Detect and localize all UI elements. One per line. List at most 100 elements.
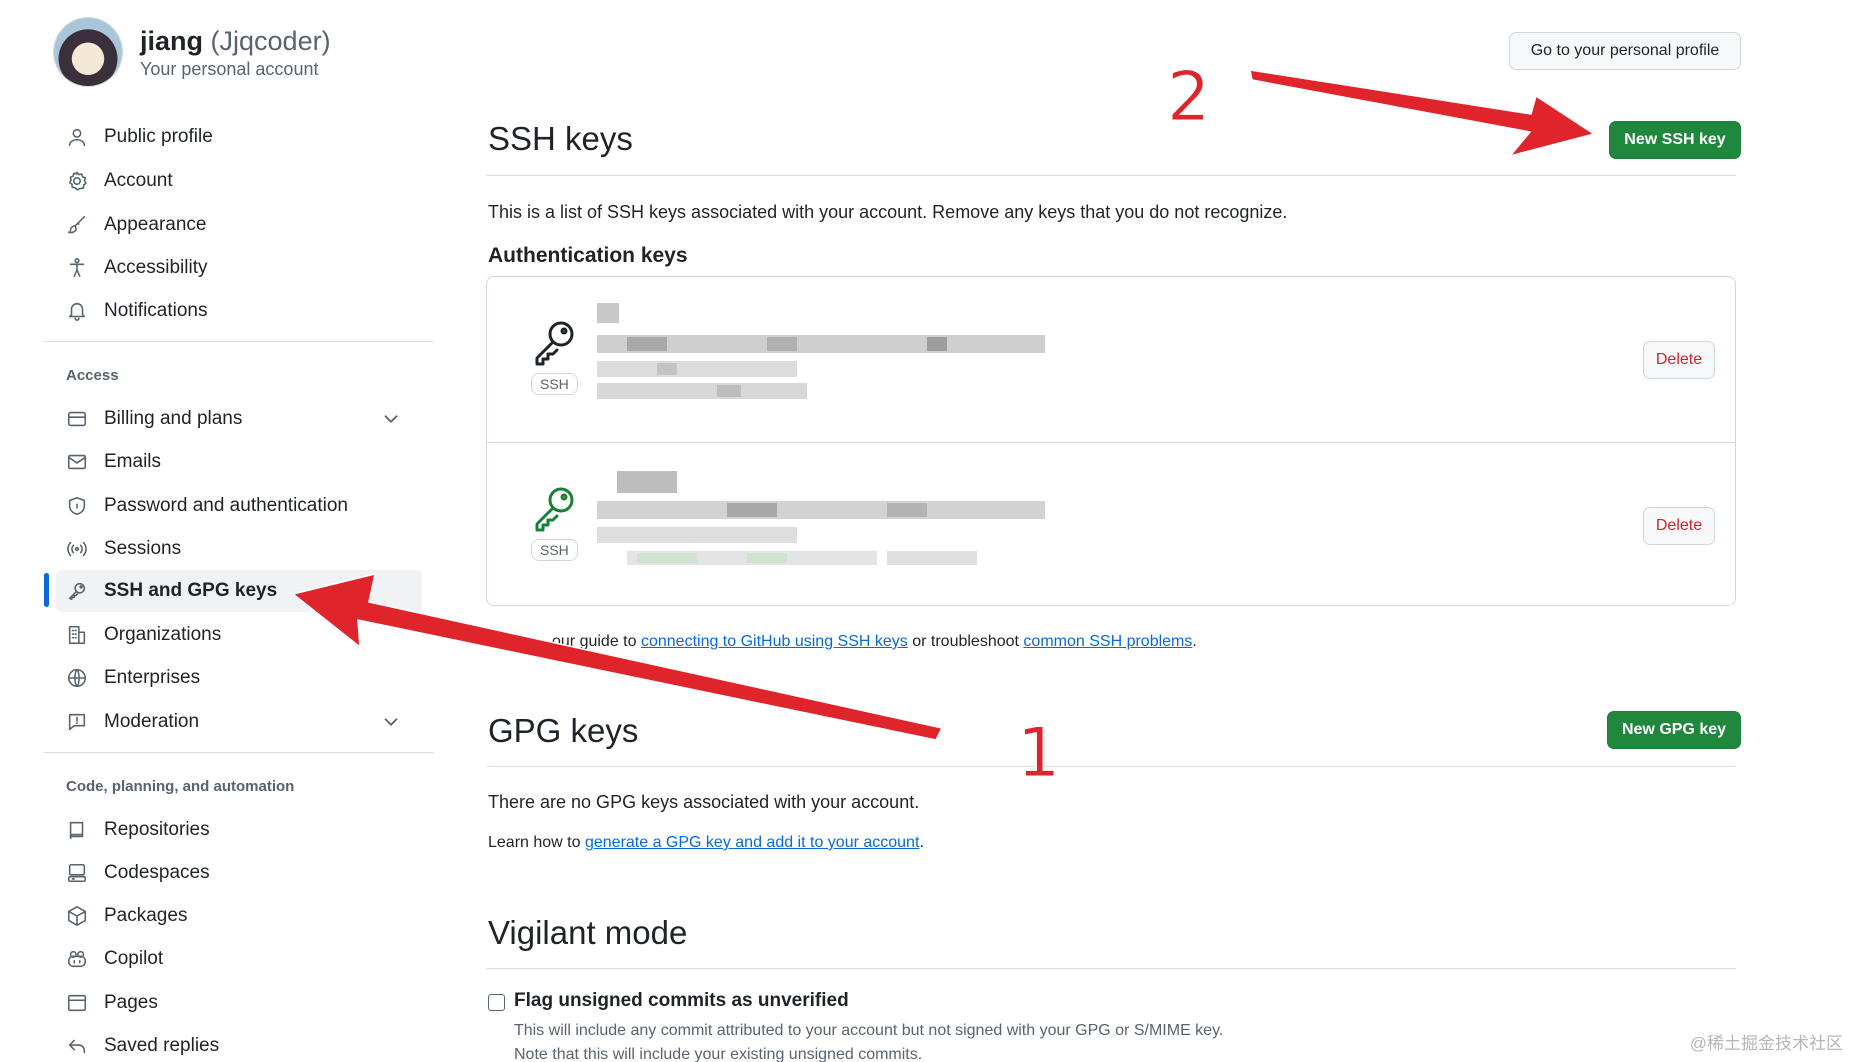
paintbrush-icon xyxy=(62,210,92,240)
go-to-profile-button[interactable]: Go to your personal profile xyxy=(1509,32,1741,70)
sidebar-section-access: Access xyxy=(66,367,119,384)
gpg-generate-link[interactable]: generate a GPG key and add it to your ac… xyxy=(585,834,919,851)
sidebar-item-label: Public profile xyxy=(104,126,213,147)
vigilant-mode-title: Vigilant mode xyxy=(488,914,688,951)
key-icon xyxy=(529,317,579,367)
guide-mid: or troubleshoot xyxy=(912,633,1019,650)
sidebar-item-label: Password and authentication xyxy=(104,495,348,516)
sidebar-item-public-profile[interactable]: Public profile xyxy=(56,116,422,158)
annotation-arrow-2 xyxy=(1249,69,1596,158)
chevron-down-icon[interactable] xyxy=(380,408,402,430)
repo-icon xyxy=(62,815,92,845)
sidebar-item-packages[interactable]: Packages xyxy=(56,895,422,937)
learn-prefix: Learn how to xyxy=(488,834,581,851)
ssh-badge: SSH xyxy=(531,373,578,395)
redacted-key-info xyxy=(597,301,1047,411)
organization-icon xyxy=(62,620,92,650)
sidebar-section-code: Code, planning, and automation xyxy=(66,778,295,795)
sidebar-item-repositories[interactable]: Repositories xyxy=(56,809,422,851)
sidebar-item-notifications[interactable]: Notifications xyxy=(56,290,422,332)
sidebar-item-ssh-gpg-keys[interactable]: SSH and GPG keys xyxy=(56,570,422,612)
ssh-key-list: SSH Delete SSH Delete xyxy=(486,276,1736,606)
person-icon xyxy=(62,122,92,152)
sidebar-item-label: Account xyxy=(104,170,173,191)
key-icon xyxy=(529,483,579,533)
sidebar-item-appearance[interactable]: Appearance xyxy=(56,204,422,246)
watermark: @稀土掘金技术社区 xyxy=(1689,1034,1843,1053)
credit-card-icon xyxy=(62,404,92,434)
flag-unsigned-label[interactable]: Flag unsigned commits as unverified xyxy=(514,990,849,1012)
bell-icon xyxy=(62,296,92,326)
guide-end: . xyxy=(1192,633,1197,650)
sidebar-item-emails[interactable]: Emails xyxy=(56,441,422,483)
broadcast-icon xyxy=(62,534,92,564)
redacted-key-info xyxy=(597,467,1047,577)
sidebar-divider xyxy=(44,341,434,342)
codespaces-icon xyxy=(62,858,92,888)
user-login: (Jjqcoder) xyxy=(210,26,331,56)
sidebar-item-label: Repositories xyxy=(104,819,210,840)
gpg-empty-text: There are no GPG keys associated with yo… xyxy=(488,792,920,812)
vigilant-desc-1: This will include any commit attributed … xyxy=(514,1022,1224,1039)
sidebar-item-label: Billing and plans xyxy=(104,408,243,429)
key-icon xyxy=(62,576,92,606)
sidebar-item-label: Sessions xyxy=(104,538,182,559)
sidebar-item-label: Packages xyxy=(104,905,188,926)
ssh-keys-title: SSH keys xyxy=(488,120,633,157)
reply-icon xyxy=(62,1031,92,1061)
sidebar-item-label: Pages xyxy=(104,992,158,1013)
sidebar-item-password[interactable]: Password and authentication xyxy=(56,485,422,527)
learn-end: . xyxy=(919,834,924,851)
user-name: jiang (Jjqcoder) xyxy=(140,24,331,58)
sidebar-item-label: Moderation xyxy=(104,711,200,732)
ssh-description: This is a list of SSH keys associated wi… xyxy=(488,202,1288,222)
delete-key-button[interactable]: Delete xyxy=(1643,507,1715,545)
new-gpg-key-button[interactable]: New GPG key xyxy=(1607,711,1741,749)
sidebar-item-label: Enterprises xyxy=(104,667,201,688)
flag-unsigned-checkbox[interactable] xyxy=(488,994,505,1011)
vigilant-title-rule xyxy=(486,968,1736,969)
gear-icon xyxy=(62,166,92,196)
guide-prefix: …our guide to xyxy=(536,633,637,650)
browser-icon xyxy=(62,988,92,1018)
sidebar-item-label: Emails xyxy=(104,451,162,472)
sidebar-item-accessibility[interactable]: Accessibility xyxy=(56,247,422,289)
gpg-keys-title: GPG keys xyxy=(488,712,639,749)
new-ssh-key-button[interactable]: New SSH key xyxy=(1609,121,1741,159)
sidebar-item-billing[interactable]: Billing and plans xyxy=(56,398,422,440)
active-indicator xyxy=(44,573,49,607)
shield-icon xyxy=(62,491,92,521)
delete-key-button[interactable]: Delete xyxy=(1643,341,1715,379)
sidebar-item-label: SSH and GPG keys xyxy=(104,580,278,601)
sidebar-item-label: Codespaces xyxy=(104,862,210,883)
ssh-title-rule xyxy=(486,175,1736,176)
sidebar-item-label: Notifications xyxy=(104,300,208,321)
sidebar-item-label: Organizations xyxy=(104,624,222,645)
copilot-icon xyxy=(62,944,92,974)
ssh-key-row: SSH Delete xyxy=(487,277,1735,441)
user-subtitle: Your personal account xyxy=(140,59,319,79)
ssh-guide-text: …our guide to connecting to GitHub using… xyxy=(536,633,1197,651)
sidebar-item-organizations[interactable]: Organizations xyxy=(56,614,422,656)
ssh-badge: SSH xyxy=(531,539,578,561)
auth-keys-heading: Authentication keys xyxy=(488,244,688,267)
avatar[interactable] xyxy=(54,18,122,86)
ssh-problems-link[interactable]: common SSH problems xyxy=(1023,633,1192,650)
sidebar-item-pages[interactable]: Pages xyxy=(56,982,422,1024)
report-icon xyxy=(62,707,92,737)
sidebar-divider xyxy=(44,752,434,753)
sidebar-item-enterprises[interactable]: Enterprises xyxy=(56,657,422,699)
chevron-down-icon[interactable] xyxy=(380,711,402,733)
sidebar-item-saved-replies[interactable]: Saved replies xyxy=(56,1025,422,1062)
sidebar-item-moderation[interactable]: Moderation xyxy=(56,701,422,743)
sidebar-item-sessions[interactable]: Sessions xyxy=(56,528,422,570)
user-display-name: jiang xyxy=(140,26,204,56)
ssh-guide-link[interactable]: connecting to GitHub using SSH keys xyxy=(641,633,908,650)
mail-icon xyxy=(62,447,92,477)
sidebar-item-account[interactable]: Account xyxy=(56,160,422,202)
annotation-number-2: 2 xyxy=(1166,58,1211,138)
sidebar-item-codespaces[interactable]: Codespaces xyxy=(56,852,422,894)
sidebar-item-label: Appearance xyxy=(104,214,207,235)
sidebar-item-copilot[interactable]: Copilot xyxy=(56,938,422,980)
user-header: jiang (Jjqcoder) Your personal account xyxy=(54,18,331,86)
